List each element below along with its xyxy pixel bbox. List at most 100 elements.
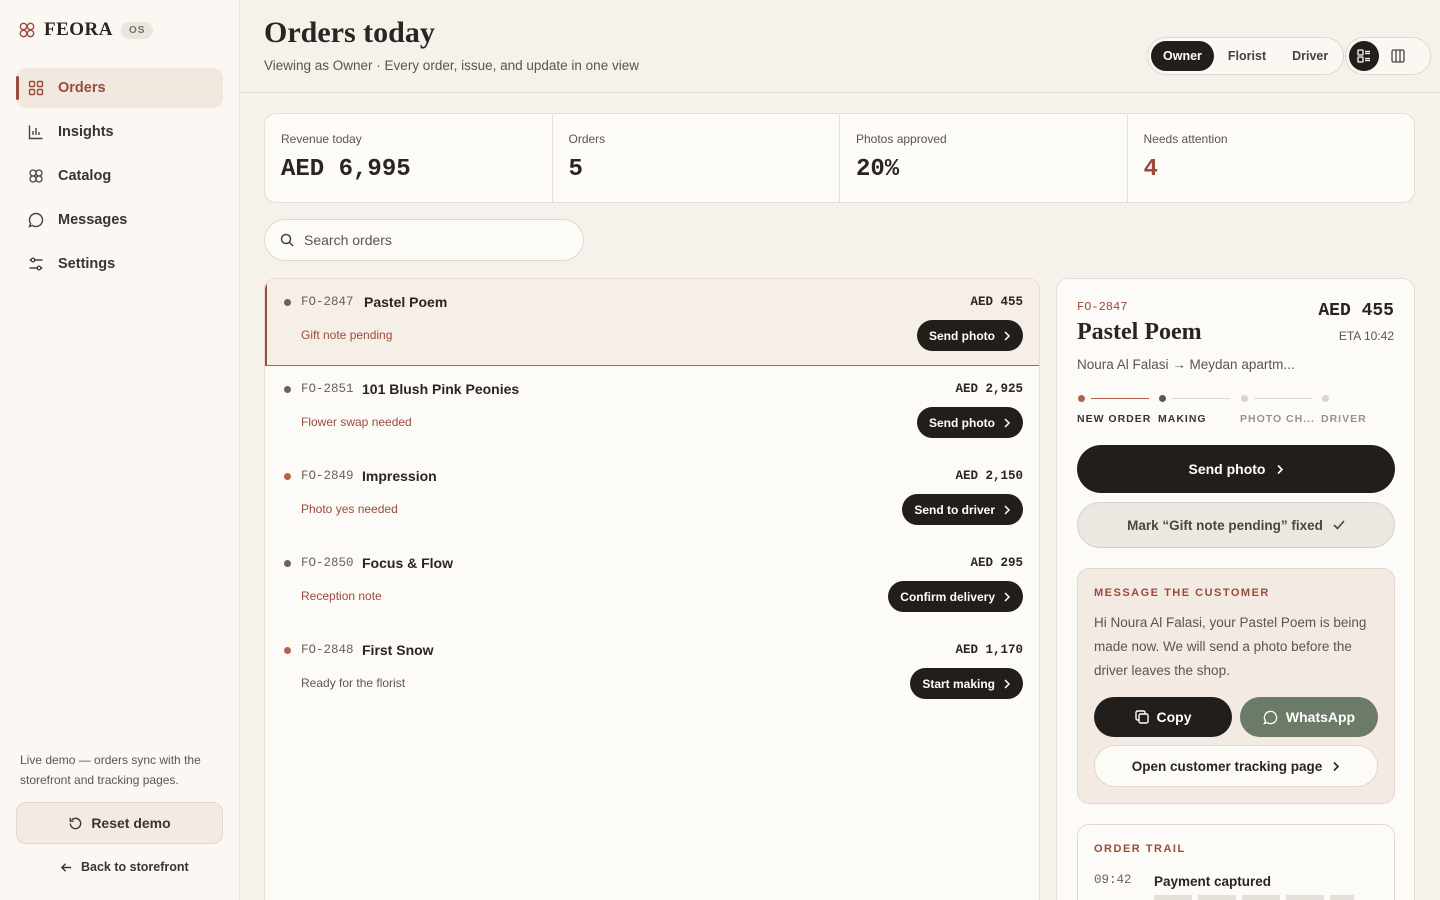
sidebar-item-label: Insights	[58, 124, 114, 140]
send-photo-button[interactable]: Send photo	[917, 320, 1023, 351]
board-view-button[interactable]	[1383, 41, 1413, 71]
stat-label: Revenue today	[281, 132, 362, 146]
step-label: PHOTO CH...	[1240, 413, 1315, 425]
stat-revenue: Revenue today AED 6,995	[265, 114, 553, 202]
stat-label: Photos approved	[856, 132, 947, 146]
status-dot	[284, 386, 291, 393]
step-label: MAKING	[1158, 413, 1207, 425]
send-photo-button[interactable]: Send photo	[917, 407, 1023, 438]
sidebar-item-label: Orders	[58, 80, 106, 96]
chevron-right-icon	[1004, 504, 1011, 515]
order-row[interactable]: FO-2849 Impression Photo yes needed AED …	[265, 453, 1039, 540]
sidebar-item-label: Catalog	[58, 168, 112, 184]
start-making-button[interactable]: Start making	[910, 668, 1023, 699]
chevron-right-icon	[1276, 464, 1283, 474]
order-row[interactable]: FO-2851 101 Blush Pink Peonies Flower sw…	[265, 366, 1039, 453]
order-id: FO-2849	[301, 469, 354, 483]
role-switcher: Owner Florist Driver	[1147, 37, 1345, 75]
role-driver[interactable]: Driver	[1280, 41, 1340, 71]
sidebar-item-orders[interactable]: Orders	[16, 68, 223, 108]
check-icon	[1333, 520, 1345, 530]
detail-price: AED 455	[1318, 301, 1394, 321]
whatsapp-button[interactable]: WhatsApp	[1240, 697, 1378, 737]
status-dot	[284, 299, 291, 306]
stats-bar: Revenue today AED 6,995 Orders 5 Photos …	[264, 113, 1415, 203]
chevron-right-icon	[1333, 761, 1340, 771]
back-link-label: Back to storefront	[81, 860, 189, 874]
trail-event-detail-cutoff	[1154, 895, 1354, 900]
action-label: Send photo	[929, 328, 995, 343]
status-dot	[284, 647, 291, 654]
chevron-right-icon	[1004, 591, 1011, 602]
order-row[interactable]: FO-2847 Pastel Poem Gift note pending AE…	[265, 279, 1039, 366]
demo-note: Live demo — orders sync with the storefr…	[20, 753, 201, 787]
list-view-button[interactable]	[1349, 41, 1379, 71]
order-id: FO-2850	[301, 556, 354, 570]
detail-order-name: Pastel Poem	[1077, 319, 1202, 345]
order-price: AED 1,170	[955, 643, 1023, 657]
copy-message-button[interactable]: Copy	[1094, 697, 1232, 737]
order-trail-card: ORDER TRAIL 09:42 Payment captured	[1077, 824, 1395, 900]
stat-value: 20%	[856, 156, 900, 183]
step-line	[1172, 398, 1230, 399]
sidebar-item-settings[interactable]: Settings	[16, 244, 223, 284]
sidebar-item-insights[interactable]: Insights	[16, 112, 223, 152]
status-dot	[284, 560, 291, 567]
confirm-delivery-button[interactable]: Confirm delivery	[888, 581, 1023, 612]
order-row[interactable]: FO-2848 First Snow Ready for the florist…	[265, 627, 1039, 714]
tracking-label: Open customer tracking page	[1131, 758, 1323, 774]
step-dot	[1241, 395, 1248, 402]
refresh-icon	[69, 817, 82, 829]
send-to-driver-button[interactable]: Send to driver	[902, 494, 1023, 525]
search-box	[264, 219, 584, 261]
copy-label: Copy	[1156, 709, 1192, 725]
step-label: NEW ORDER	[1077, 413, 1152, 425]
sidebar-item-label: Messages	[58, 212, 128, 228]
sidebar-item-catalog[interactable]: Catalog	[16, 156, 223, 196]
trail-event: Payment captured	[1154, 874, 1272, 889]
reset-demo-button[interactable]: Reset demo	[16, 802, 223, 844]
status-dot	[284, 473, 291, 480]
whatsapp-label: WhatsApp	[1285, 709, 1356, 725]
sidebar-nav: Orders Insights Catalog Messages Setting…	[16, 68, 223, 288]
view-switcher	[1345, 37, 1431, 75]
order-note: Flower swap needed	[301, 415, 412, 429]
sliders-icon	[29, 257, 43, 271]
primary-action-label: Send photo	[1188, 461, 1266, 477]
send-photo-primary-button[interactable]: Send photo	[1077, 445, 1395, 493]
sidebar-item-label: Settings	[58, 256, 116, 272]
chat-bubble-icon	[28, 212, 44, 228]
step-dot	[1078, 395, 1085, 402]
flower-logo-icon	[19, 22, 35, 38]
bar-chart-icon	[28, 125, 43, 140]
role-florist[interactable]: Florist	[1216, 41, 1278, 71]
order-id: FO-2851	[301, 382, 354, 396]
detail-route: Noura Al Falasi → Meydan apartm...	[1077, 357, 1295, 372]
role-owner[interactable]: Owner	[1151, 41, 1214, 71]
flower-icon	[29, 169, 43, 183]
sidebar-item-messages[interactable]: Messages	[16, 200, 223, 240]
page-header: Orders today Viewing as Owner · Every or…	[240, 0, 1440, 93]
search-input[interactable]	[304, 232, 554, 248]
board-view-icon	[1391, 49, 1405, 63]
open-tracking-page-button[interactable]: Open customer tracking page	[1094, 745, 1378, 787]
chevron-right-icon	[1004, 330, 1011, 341]
order-row[interactable]: FO-2850 Focus & Flow Reception note AED …	[265, 540, 1039, 627]
step-line	[1254, 398, 1312, 399]
stat-value: 4	[1143, 156, 1158, 183]
stat-value: AED 6,995	[281, 156, 411, 183]
reset-demo-label: Reset demo	[91, 815, 171, 831]
step-label: DRIVER	[1321, 413, 1367, 425]
order-price: AED 2,925	[955, 382, 1023, 396]
order-trail-title: ORDER TRAIL	[1094, 843, 1186, 855]
order-name: Pastel Poem	[364, 294, 448, 310]
brand[interactable]: FEORA OS	[18, 18, 154, 42]
back-to-storefront-link[interactable]: Back to storefront	[60, 860, 189, 874]
mark-fixed-button[interactable]: Mark “Gift note pending” fixed	[1077, 502, 1395, 548]
action-label: Confirm delivery	[900, 589, 995, 604]
stat-label: Needs attention	[1143, 132, 1228, 146]
grid-icon	[28, 80, 44, 96]
order-name: 101 Blush Pink Peonies	[362, 381, 520, 397]
order-detail-panel: FO-2847 AED 455 ETA 10:42 Pastel Poem No…	[1056, 278, 1415, 900]
stat-needs-attention: Needs attention 4	[1128, 114, 1415, 202]
